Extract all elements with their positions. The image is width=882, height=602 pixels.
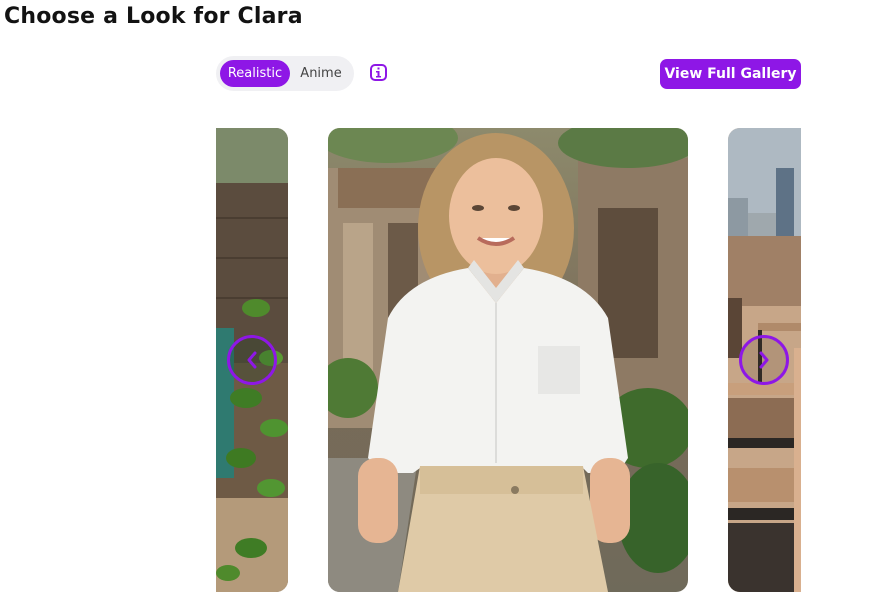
selected-look-image (328, 128, 688, 592)
toggle-realistic[interactable]: Realistic (220, 60, 290, 87)
toggle-anime[interactable]: Anime (296, 60, 346, 87)
style-toggle: Realistic Anime (216, 56, 354, 91)
selected-look-card[interactable] (328, 128, 688, 592)
chevron-left-icon[interactable] (227, 335, 277, 385)
page-title: Choose a Look for Clara (4, 4, 303, 29)
info-icon[interactable] (370, 64, 387, 81)
view-full-gallery-button[interactable]: View Full Gallery (660, 59, 801, 89)
chevron-right-icon[interactable] (739, 335, 789, 385)
